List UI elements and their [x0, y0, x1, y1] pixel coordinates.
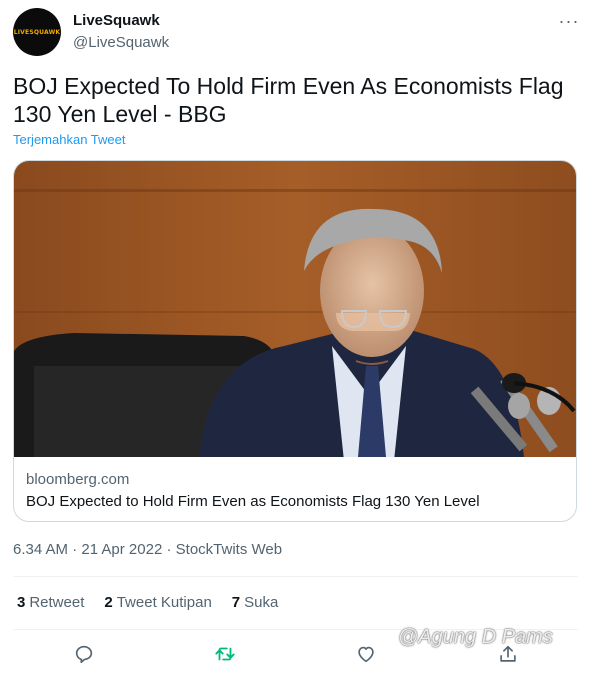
retweet-label: Retweet — [29, 594, 85, 611]
more-options-icon[interactable]: ··· — [556, 10, 582, 32]
quote-tweet-count: 2 — [104, 594, 113, 611]
engagement-stats: 3 Retweet 2 Tweet Kutipan 7 Suka — [17, 594, 278, 611]
divider — [13, 576, 578, 577]
author-display-name[interactable]: LiveSquawk — [73, 12, 160, 29]
livesquawk-logo: LIVESQUAWK — [13, 28, 61, 36]
retweet-icon — [215, 647, 235, 661]
tweet-text: BOJ Expected To Hold Firm Even As Econom… — [13, 73, 564, 127]
author-handle[interactable]: @LiveSquawk — [73, 34, 169, 51]
tweet-source[interactable]: StockTwits Web — [176, 541, 282, 558]
retweet-count: 3 — [17, 594, 26, 611]
meta-separator: · — [68, 541, 82, 558]
card-title: BOJ Expected to Hold Firm Even as Econom… — [26, 493, 480, 510]
retweet-count-stat[interactable]: 3 Retweet — [17, 594, 84, 611]
card-domain: bloomberg.com — [26, 471, 130, 488]
tweet-time[interactable]: 6.34 AM — [13, 541, 68, 558]
quote-tweet-label: Tweet Kutipan — [116, 594, 212, 611]
meta-separator: · — [162, 541, 176, 558]
avatar[interactable]: LIVESQUAWK — [13, 8, 61, 56]
reply-button[interactable] — [71, 641, 97, 667]
reply-icon — [75, 645, 93, 664]
like-label: Suka — [244, 594, 279, 611]
watermark: @Agung D Pams — [398, 626, 553, 648]
link-preview-card[interactable]: bloomberg.com BOJ Expected to Hold Firm … — [13, 160, 577, 522]
quote-tweet-count-stat[interactable]: 2 Tweet Kutipan — [104, 594, 211, 611]
like-button[interactable] — [353, 641, 379, 667]
like-count: 7 — [231, 594, 241, 611]
translate-tweet-link[interactable]: Terjemahkan Tweet — [13, 132, 126, 147]
like-count-stat[interactable]: 7 Suka — [232, 594, 279, 611]
tweet-metadata: 6.34 AM · 21 Apr 2022 · StockTwits Web — [13, 541, 282, 558]
card-image — [14, 161, 576, 457]
retweet-button[interactable] — [212, 641, 238, 667]
like-icon — [358, 646, 374, 663]
tweet-date[interactable]: 21 Apr 2022 — [81, 541, 162, 558]
